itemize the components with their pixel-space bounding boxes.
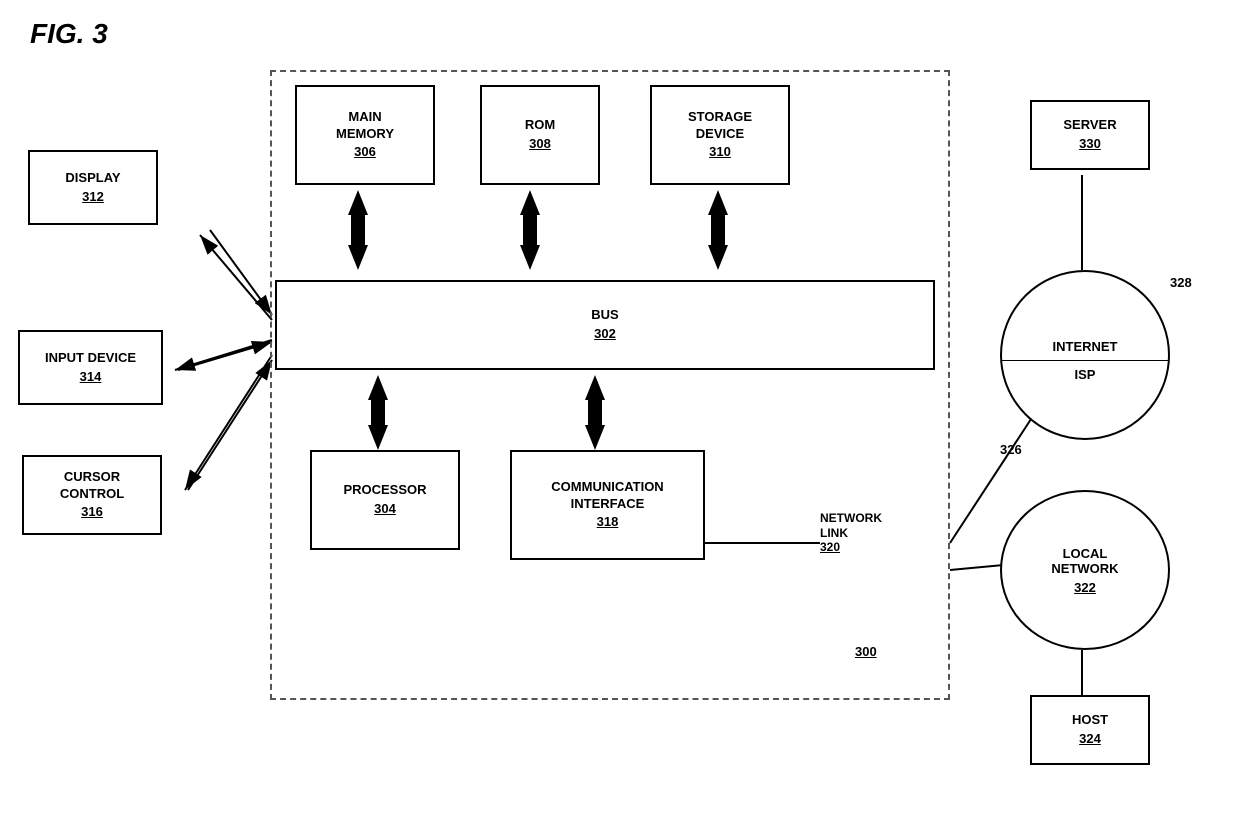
figure-title: FIG. 3 xyxy=(30,18,108,50)
rom-box: ROM 308 xyxy=(480,85,600,185)
bus-box: BUS 302 xyxy=(275,280,935,370)
input-device-box: INPUT DEVICE 314 xyxy=(18,330,163,405)
communication-interface-box: COMMUNICATION INTERFACE 318 xyxy=(510,450,705,560)
processor-box: PROCESSOR 304 xyxy=(310,450,460,550)
network-link-label: NETWORKLINK 320 xyxy=(820,510,900,554)
internet-ref-label: 328 xyxy=(1170,275,1192,290)
storage-device-box: STORAGE DEVICE 310 xyxy=(650,85,790,185)
local-network-circle: LOCALNETWORK 322 xyxy=(1000,490,1170,650)
cursor-control-box: CURSOR CONTROL 316 xyxy=(22,455,162,535)
display-box: DISPLAY 312 xyxy=(28,150,158,225)
server-box: SERVER 330 xyxy=(1030,100,1150,170)
host-box: HOST 324 xyxy=(1030,695,1150,765)
main-memory-box: MAIN MEMORY 306 xyxy=(295,85,435,185)
internet-circle: INTERNET ISP xyxy=(1000,270,1170,440)
system-ref: 300 xyxy=(855,644,877,659)
isp-connection-ref: 326 xyxy=(1000,442,1022,457)
